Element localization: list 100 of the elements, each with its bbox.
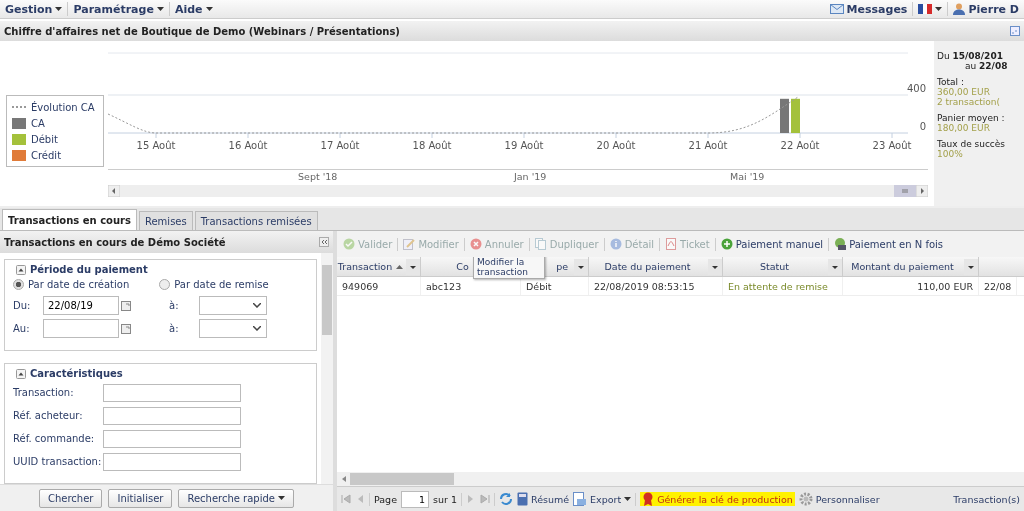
bar: [780, 98, 789, 133]
field-label: Au:: [13, 323, 31, 334]
y-tick-label: 0: [919, 121, 926, 132]
x-tick-label: 16 Août: [228, 140, 268, 151]
field-label: à:: [169, 323, 180, 334]
calendar-icon: [121, 300, 131, 311]
first-page-icon: [341, 494, 351, 504]
collapse-toggle-icon: [16, 368, 26, 379]
scrollbar[interactable]: [321, 253, 333, 484]
caret-icon: [624, 497, 632, 501]
right-arrow-icon: [916, 185, 928, 197]
plus-circle-icon: [720, 238, 733, 250]
last-page-button[interactable]: [479, 494, 490, 504]
x-tick-label: 18 Août: [412, 140, 452, 151]
tab[interactable]: Transactions en cours: [2, 209, 137, 230]
chevron-down-icon: [253, 326, 261, 331]
refresh-button[interactable]: [498, 492, 513, 506]
left-arrow-icon: [108, 185, 120, 197]
text-field[interactable]: [103, 383, 241, 402]
radio-button[interactable]: [159, 279, 171, 290]
summary-label: Panier moyen :: [937, 113, 1006, 123]
column-header[interactable]: Montant du paiement: [843, 257, 979, 276]
menu-button[interactable]: Gestion: [0, 2, 68, 16]
field-label: Réf. commande:: [13, 433, 96, 444]
time-select[interactable]: [199, 296, 267, 315]
envelope-icon: [829, 4, 844, 14]
button[interactable]: Chercher: [39, 488, 103, 508]
x-tick-label: 15 Août: [136, 140, 176, 151]
toolbar-button[interactable]: Paiement manuel: [720, 238, 824, 250]
field-label: Du:: [13, 300, 32, 311]
page-label: Page: [374, 493, 397, 505]
chart-icon: [1010, 26, 1020, 36]
tab[interactable]: Remises: [138, 211, 193, 230]
user-icon: [953, 3, 966, 15]
first-page-button[interactable]: [341, 494, 351, 504]
date-field[interactable]: [43, 319, 119, 338]
table-cell: En attente de remise: [723, 277, 843, 295]
menu-button[interactable]: Aide: [169, 2, 218, 16]
flag-icon: [918, 4, 933, 14]
period-text: Du 15/08/201: [937, 51, 1004, 61]
collapse-icon: [319, 237, 329, 247]
column-header[interactable]: Transaction: [337, 257, 421, 276]
panel-title: Transactions en cours de Démo Société: [4, 236, 226, 248]
pencil-icon: [403, 238, 416, 250]
caret-icon: [156, 7, 164, 11]
radio-option[interactable]: Par date de création: [13, 279, 130, 290]
field-label: Transaction:: [13, 387, 75, 398]
time-select[interactable]: [199, 319, 267, 338]
caret-icon: [935, 7, 943, 11]
cross-circle-icon: [469, 238, 482, 250]
panel-title: Chiffre d'affaires net de Boutique de Demo (Webinars / Présentations): [4, 25, 400, 37]
summary-button[interactable]: Résumé: [516, 492, 570, 506]
calculator-icon: [516, 492, 528, 506]
production-key-button[interactable]: Générer la clé de production: [640, 492, 795, 506]
legend-label: Évolution CA: [31, 101, 95, 113]
column-header[interactable]: Statut: [723, 257, 843, 276]
summary-label: Taux de succès: [937, 139, 1007, 149]
summary-value: 100%: [937, 149, 964, 159]
field-label: à:: [169, 300, 180, 311]
tooltip: Modifier la transaction: [473, 257, 545, 279]
last-page-icon: [479, 494, 490, 504]
legend-label: Crédit: [31, 149, 62, 161]
summary-value: 180,00 EUR: [937, 123, 991, 133]
messages-button[interactable]: Messages: [824, 2, 913, 16]
summary-label: Total :: [937, 77, 965, 87]
y-tick-label: 400: [906, 83, 926, 94]
x-tick-label: 23 Août: [872, 140, 912, 151]
x-tick-label: 20 Août: [596, 140, 636, 151]
navigator-scrollbar[interactable]: [108, 185, 928, 197]
navigator-label: Sept '18: [298, 171, 339, 182]
text-field[interactable]: [103, 406, 241, 425]
text-field[interactable]: [103, 452, 241, 471]
summary-value: 360,00 EUR: [937, 87, 991, 97]
summary-value: 2 transaction(: [937, 97, 1001, 107]
page-field[interactable]: 1: [401, 490, 429, 508]
text-field[interactable]: [103, 429, 241, 448]
scrollbar[interactable]: [337, 472, 1024, 486]
button[interactable]: Recherche rapide: [178, 488, 294, 508]
toolbar-button[interactable]: Paiement en N fois: [834, 238, 944, 250]
menu-button[interactable]: Paramétrage: [68, 2, 169, 16]
export-button[interactable]: Export: [573, 492, 632, 506]
field-label: UUID transaction:: [13, 456, 103, 467]
fieldset-title: Caractéristiques: [30, 368, 123, 379]
radio-option[interactable]: Par date de remise: [159, 279, 269, 290]
column-header[interactable]: Date du paiement: [589, 257, 723, 276]
x-tick-label: 19 Août: [504, 140, 544, 151]
calendar-icon: [121, 323, 131, 334]
tab[interactable]: Transactions remisées: [194, 211, 318, 230]
caret-icon: [55, 7, 63, 11]
check-circle-icon: [343, 238, 355, 250]
customize-button[interactable]: Personnaliser: [798, 492, 880, 506]
copy-icon: [534, 238, 547, 250]
radio-button[interactable]: [13, 279, 24, 290]
x-tick-label: 22 Août: [780, 140, 820, 151]
date-field[interactable]: 22/08/19: [43, 296, 119, 315]
user-button[interactable]: Pierre D: [948, 2, 1024, 16]
button[interactable]: Initialiser: [108, 488, 173, 508]
table-cell: 949069: [337, 277, 421, 295]
award-icon: [642, 492, 655, 506]
export-icon: [573, 492, 588, 506]
